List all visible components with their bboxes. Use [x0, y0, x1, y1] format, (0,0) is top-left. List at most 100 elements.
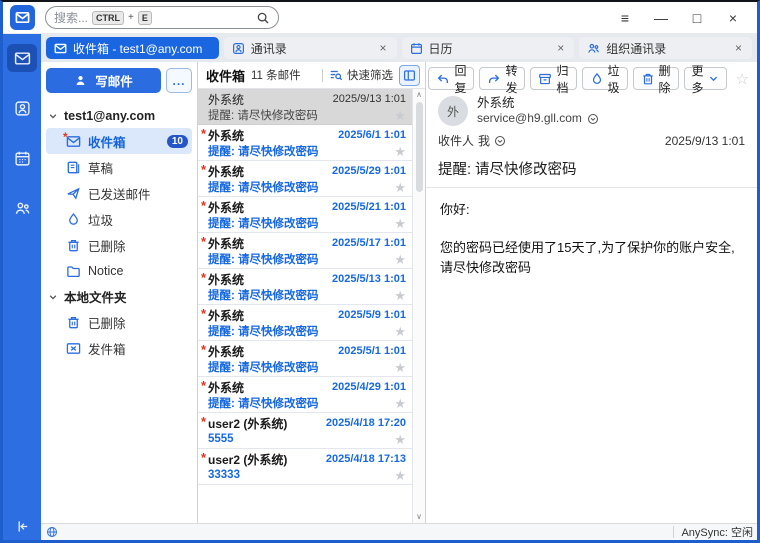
tab-close-icon[interactable]: × — [555, 41, 566, 55]
more-button[interactable]: 更多 — [684, 67, 727, 90]
tab-inbox[interactable]: 收件箱 - test1@any.com — [46, 37, 219, 59]
archive-button[interactable]: 归档 — [530, 67, 576, 90]
star-icon[interactable]: ★ — [394, 397, 406, 410]
star-icon[interactable]: ★ — [394, 325, 406, 338]
quick-filter-button[interactable]: 快速筛选 — [329, 67, 393, 83]
list-item[interactable]: * 外系统2025/6/1 1:01 提醒: 请尽快修改密码★ — [198, 125, 412, 161]
list-item[interactable]: * user2 (外系统)2025/4/18 17:20 5555★ — [198, 413, 412, 449]
compose-button[interactable]: 写邮件 — [46, 68, 161, 93]
star-icon[interactable]: ★ — [394, 145, 406, 158]
folder-item-junk[interactable]: 垃圾 — [46, 206, 192, 232]
layout-toggle-button[interactable] — [399, 65, 420, 86]
org-contacts-icon — [587, 42, 600, 55]
message-subject: 提醒: 请尽快修改密码 — [208, 323, 394, 339]
rail-calendar-icon[interactable] — [7, 144, 37, 172]
star-icon[interactable]: ★ — [394, 109, 406, 122]
list-item[interactable]: * 外系统2025/5/29 1:01 提醒: 请尽快修改密码★ — [198, 161, 412, 197]
account-header[interactable]: test1@any.com — [46, 103, 192, 128]
list-scrollbar[interactable]: ∧ ∨ — [412, 89, 425, 523]
list-count: 11 条邮件 — [251, 67, 301, 83]
trash-icon — [641, 72, 655, 86]
message-sender: user2 (外系统) — [208, 415, 326, 432]
folder-item-local-deleted[interactable]: 已删除 — [46, 309, 192, 335]
folder-item-drafts[interactable]: 草稿 — [46, 154, 192, 180]
list-item[interactable]: * 外系统2025/5/13 1:01 提醒: 请尽快修改密码★ — [198, 269, 412, 305]
tab-close-icon[interactable]: × — [733, 41, 744, 55]
scroll-up-icon[interactable]: ∧ — [416, 90, 422, 100]
star-icon[interactable]: ★ — [394, 433, 406, 446]
folder-item-notice[interactable]: Notice — [46, 258, 192, 284]
message-subject: 提醒: 请尽快修改密码 — [208, 107, 394, 123]
minimize-button[interactable]: — — [647, 6, 675, 30]
message-list-pane: 收件箱 11 条邮件 快速筛选 外系统2025/9/ — [197, 62, 426, 523]
folder-pane: 写邮件 ... test1@any.com * 收件箱 — [41, 62, 197, 523]
message-date: 2025/5/29 1:01 — [332, 165, 406, 177]
to-value[interactable]: 我 — [478, 132, 490, 149]
tab-label: 收件箱 - test1@any.com — [73, 40, 211, 57]
rail-contacts-icon[interactable] — [7, 94, 37, 122]
list-item[interactable]: * 外系统2025/5/9 1:01 提醒: 请尽快修改密码★ — [198, 305, 412, 341]
star-icon[interactable]: ★ — [394, 217, 406, 230]
message-sender: 外系统 — [208, 199, 332, 216]
star-icon[interactable]: ★ — [394, 253, 406, 266]
star-icon[interactable]: ★ — [394, 289, 406, 302]
message-sender: 外系统 — [208, 127, 338, 144]
search-input[interactable]: 搜索... CTRL + E — [45, 6, 279, 29]
folder-item-inbox[interactable]: * 收件箱 10 — [46, 128, 192, 154]
message-sender: 外系统 — [208, 235, 332, 252]
folder-item-sent[interactable]: 已发送邮件 — [46, 180, 192, 206]
mail-icon — [54, 42, 67, 55]
search-placeholder: 搜索... — [54, 9, 88, 26]
folder-item-deleted[interactable]: 已删除 — [46, 232, 192, 258]
sender-email[interactable]: service@h9.gll.com — [477, 111, 582, 126]
list-item[interactable]: * 外系统2025/5/21 1:01 提醒: 请尽快修改密码★ — [198, 197, 412, 233]
maximize-button[interactable]: □ — [683, 6, 711, 30]
list-item[interactable]: * 外系统2025/4/29 1:01 提醒: 请尽快修改密码★ — [198, 377, 412, 413]
star-icon[interactable]: ★ — [394, 469, 406, 482]
star-icon[interactable]: ★ — [394, 181, 406, 194]
close-button[interactable]: × — [719, 6, 747, 30]
drafts-icon — [66, 160, 81, 175]
rail-mail-icon[interactable] — [7, 44, 37, 72]
quick-filter-label: 快速筛选 — [347, 67, 393, 83]
recipient-details-toggle-icon[interactable] — [494, 135, 506, 147]
folder-item-outbox[interactable]: 发件箱 — [46, 335, 192, 361]
trash-icon — [66, 315, 81, 330]
list-item[interactable]: * 外系统2025/5/1 1:01 提醒: 请尽快修改密码★ — [198, 341, 412, 377]
scroll-down-icon[interactable]: ∨ — [416, 512, 422, 522]
message-subject: 提醒: 请尽快修改密码 — [208, 251, 394, 267]
message-subject: 提醒: 请尽快修改密码 — [208, 395, 394, 411]
message-header: 外 外系统 service@h9.gll.com 收 — [426, 94, 757, 188]
rail-org-contacts-icon[interactable] — [7, 194, 37, 222]
delete-button[interactable]: 删除 — [633, 67, 679, 90]
folder-more-button[interactable]: ... — [166, 68, 192, 93]
menu-icon[interactable]: ≡ — [611, 6, 639, 30]
list-item[interactable]: * user2 (外系统)2025/4/18 17:13 33333★ — [198, 449, 412, 485]
list-item[interactable]: 外系统2025/9/13 1:01 提醒: 请尽快修改密码★ — [198, 89, 412, 125]
app-window: 搜索... CTRL + E ≡ — □ × — [0, 0, 760, 543]
unread-flag-icon: * — [201, 342, 206, 357]
junk-icon — [590, 72, 604, 86]
tab-calendar[interactable]: 日历 × — [402, 37, 575, 59]
unread-flag-icon: * — [201, 162, 206, 177]
folder-label: Notice — [88, 264, 192, 278]
sender-details-toggle-icon[interactable] — [587, 113, 599, 125]
forward-button[interactable]: 转发 — [479, 67, 525, 90]
message-sender: 外系统 — [208, 307, 338, 324]
star-icon[interactable]: ★ — [394, 361, 406, 374]
local-folders-header[interactable]: 本地文件夹 — [46, 284, 192, 309]
collapse-sidebar-icon[interactable] — [15, 519, 30, 534]
tab-close-icon[interactable]: × — [377, 41, 388, 55]
tab-contacts[interactable]: 通讯录 × — [224, 37, 397, 59]
list-title: 收件箱 — [206, 66, 245, 85]
list-item[interactable]: * 外系统2025/5/17 1:01 提醒: 请尽快修改密码★ — [198, 233, 412, 269]
tab-org-contacts[interactable]: 组织通讯录 × — [579, 37, 752, 59]
body-paragraph: 您的密码已经使用了15天了,为了保护你的账户安全, 请尽快修改密码 — [440, 238, 743, 278]
star-outline-icon[interactable]: ☆ — [736, 70, 749, 88]
scrollbar-thumb[interactable] — [416, 102, 423, 192]
reply-button[interactable]: 回复 — [428, 67, 474, 90]
message-date: 2025/4/29 1:01 — [332, 381, 406, 393]
junk-button[interactable]: 垃圾 — [582, 67, 628, 90]
unread-flag-icon: * — [201, 234, 206, 249]
person-icon — [74, 74, 87, 87]
